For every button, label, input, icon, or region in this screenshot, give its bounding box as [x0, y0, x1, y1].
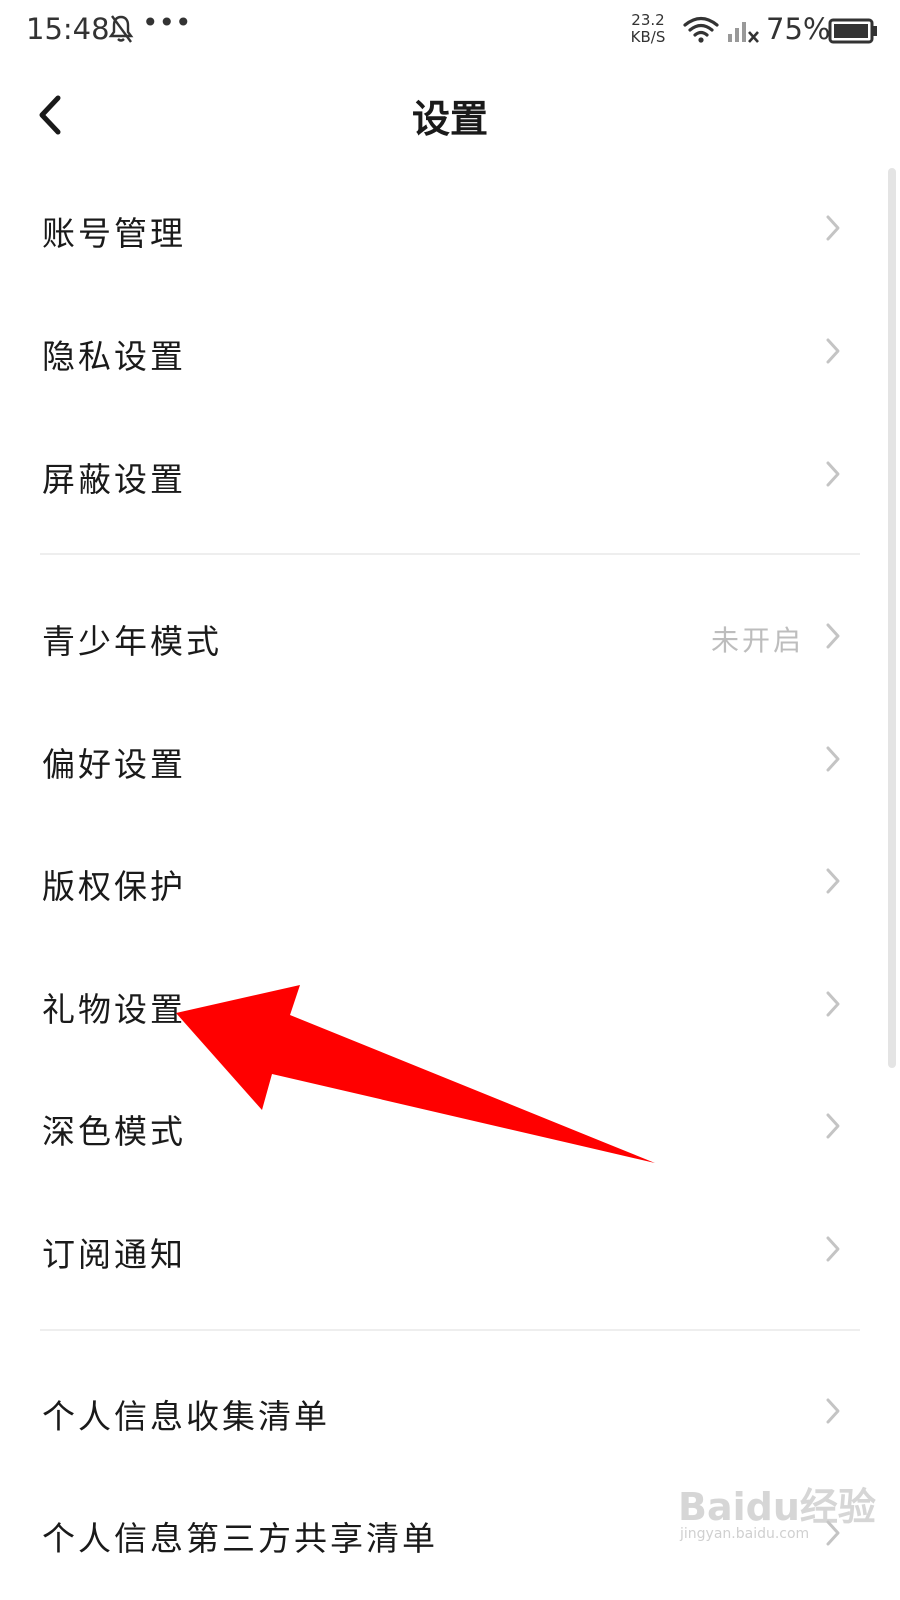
wifi-icon — [683, 16, 719, 43]
menu-item-label: 隐私设置 — [42, 337, 186, 376]
bell-off-icon — [108, 15, 134, 43]
chevron-right-icon — [826, 215, 840, 241]
chevron-right-icon — [826, 1236, 840, 1262]
menu-item-label: 订阅通知 — [42, 1235, 186, 1274]
chevron-right-icon — [826, 991, 840, 1017]
chevron-right-icon — [826, 1113, 840, 1139]
chevron-right-icon — [826, 746, 840, 772]
status-bar: 15:48 ••• 23.2 KB/S 75% — [0, 0, 900, 64]
menu-item-label: 礼物设置 — [42, 990, 186, 1029]
network-speed-value: 23.2 — [631, 11, 665, 29]
chevron-right-icon — [826, 338, 840, 364]
menu-item-label: 青少年模式 — [42, 622, 222, 661]
teen-mode-status: 未开启 — [710, 624, 804, 657]
watermark-brand: Baidu经验 — [678, 1485, 876, 1529]
chevron-right-icon — [826, 868, 840, 894]
menu-item-block-settings[interactable]: 屏蔽设置 — [0, 413, 900, 535]
chevron-right-icon — [826, 461, 840, 487]
menu-item-label: 深色模式 — [42, 1112, 186, 1151]
menu-item-privacy-settings[interactable]: 隐私设置 — [0, 290, 900, 412]
menu-item-teen-mode[interactable]: 青少年模式 未开启 — [0, 575, 900, 697]
menu-item-dark-mode[interactable]: 深色模式 — [0, 1065, 900, 1187]
status-time: 15:48 — [26, 12, 110, 46]
section-divider — [40, 1329, 860, 1331]
menu-item-label: 账号管理 — [42, 214, 186, 253]
menu-item-label: 个人信息第三方共享清单 — [42, 1519, 438, 1558]
menu-item-account-management[interactable]: 账号管理 — [0, 167, 900, 289]
menu-item-label: 偏好设置 — [42, 745, 186, 784]
menu-item-personal-info-collection-list[interactable]: 个人信息收集清单 — [0, 1350, 900, 1472]
header: 设置 — [0, 64, 900, 164]
watermark: Baidu经验 jingyan.baidu.com — [678, 1476, 878, 1556]
menu-item-gift-settings[interactable]: 礼物设置 — [0, 943, 900, 1065]
signal-icon — [728, 22, 759, 43]
page-title: 设置 — [411, 97, 488, 141]
network-speed: 23.2 KB/S — [626, 12, 670, 46]
section-divider — [40, 553, 860, 555]
network-speed-unit: KB/S — [630, 28, 666, 46]
chevron-right-icon — [826, 1398, 840, 1424]
more-notifications-icon: ••• — [142, 6, 192, 39]
watermark-url: jingyan.baidu.com — [680, 1526, 810, 1542]
menu-item-label: 个人信息收集清单 — [42, 1397, 330, 1436]
menu-item-label: 版权保护 — [42, 867, 186, 906]
menu-item-copyright-protection[interactable]: 版权保护 — [0, 820, 900, 942]
menu-item-subscription-notifications[interactable]: 订阅通知 — [0, 1188, 900, 1310]
menu-item-preference-settings[interactable]: 偏好设置 — [0, 698, 900, 820]
battery-icon — [828, 18, 877, 44]
menu-item-label: 屏蔽设置 — [42, 460, 186, 499]
chevron-right-icon — [826, 623, 840, 649]
battery-percent: 75% — [766, 12, 831, 46]
